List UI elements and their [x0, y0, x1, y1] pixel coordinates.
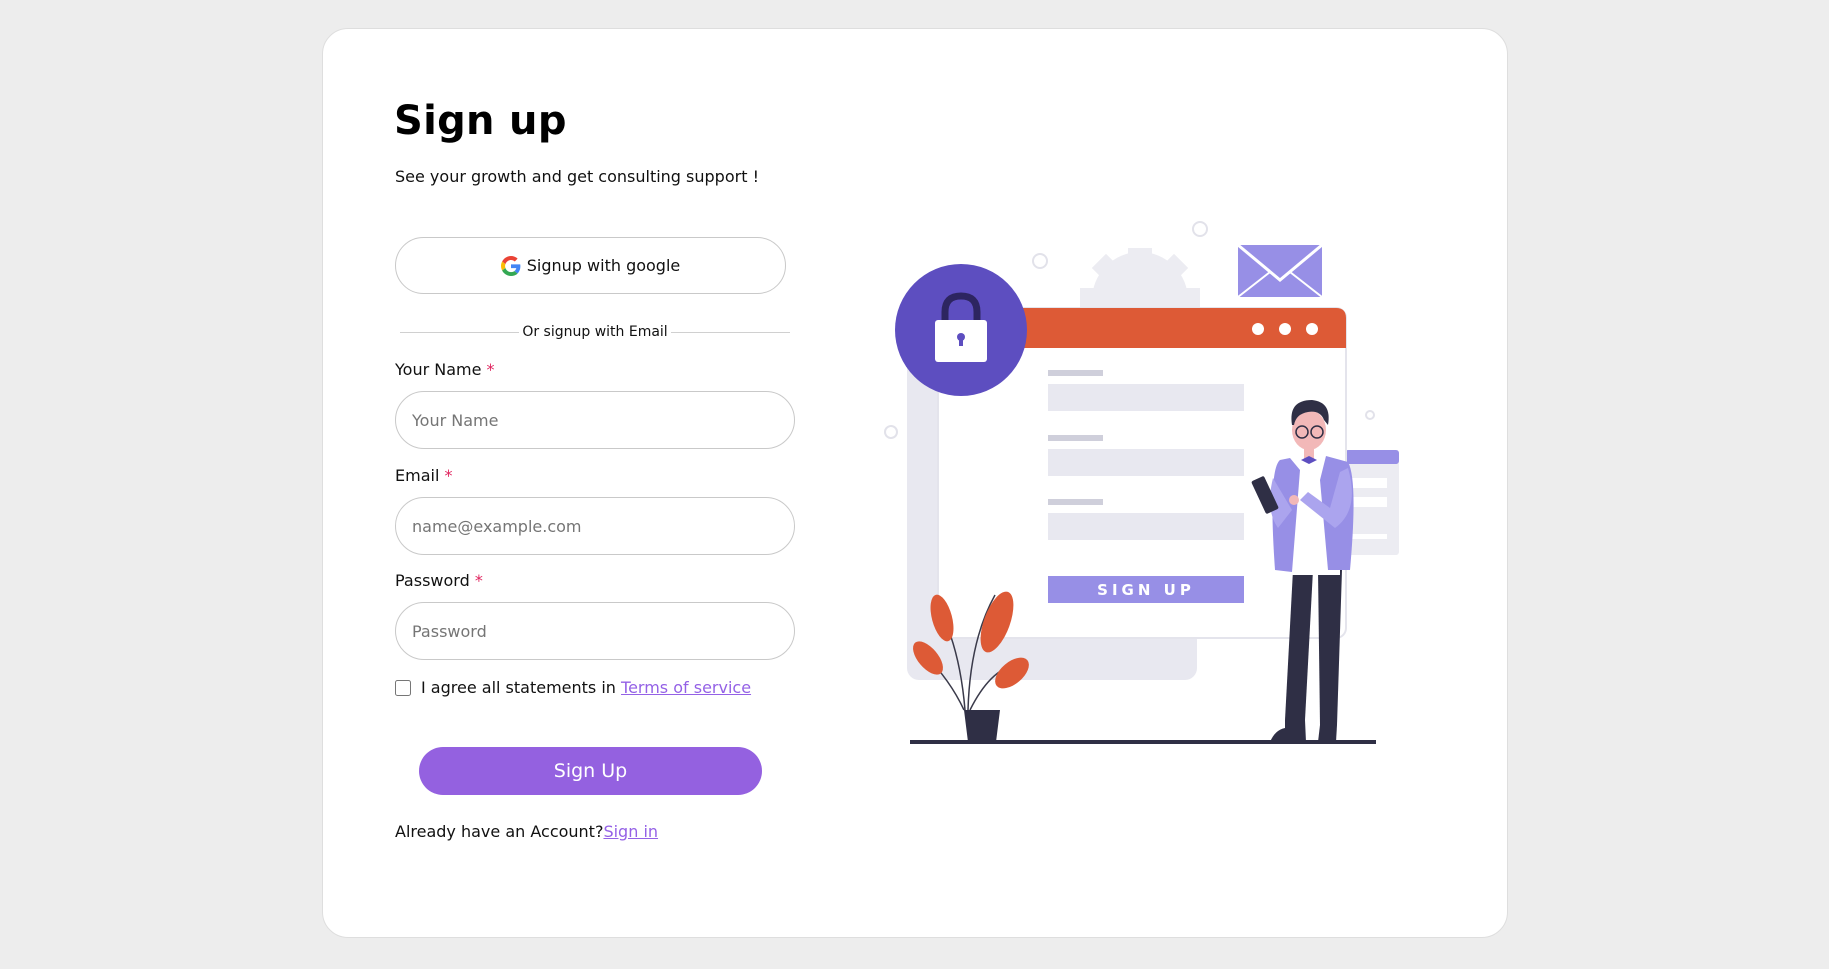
password-label-text: Password: [395, 571, 470, 590]
sign-in-link[interactable]: Sign in: [603, 822, 658, 841]
form-field-line: [1048, 384, 1244, 411]
form-field-line: [1048, 513, 1244, 540]
deco-circle: [1032, 253, 1048, 269]
email-input[interactable]: [395, 497, 795, 555]
google-icon: [500, 255, 521, 276]
name-label-text: Your Name: [395, 360, 482, 379]
password-input[interactable]: [395, 602, 795, 660]
window-dot: [1306, 323, 1318, 335]
form-label-line: [1048, 499, 1103, 505]
deco-circle: [1365, 410, 1375, 420]
divider-line-left: [400, 331, 520, 333]
form-label-line: [1048, 370, 1103, 376]
side-card-header: [1345, 450, 1399, 464]
page-title: Sign up: [394, 98, 567, 144]
google-button-label: Signup with google: [526, 256, 681, 275]
sign-up-button[interactable]: Sign Up: [419, 747, 762, 795]
divider-line-right: [670, 331, 790, 333]
signup-with-google-button[interactable]: Signup with google: [395, 237, 786, 294]
terms-checkbox[interactable]: [395, 679, 411, 696]
password-required-mark: *: [474, 571, 483, 590]
illustration-signup-text: SIGN UP: [1097, 581, 1195, 599]
name-input[interactable]: [395, 391, 795, 449]
terms-text: I agree all statements in: [421, 678, 622, 697]
divider-text: Or signup with Email: [522, 324, 668, 340]
envelope-icon: [1237, 243, 1323, 298]
window-dot: [1279, 323, 1291, 335]
deco-circle: [884, 425, 898, 439]
terms-of-service-link[interactable]: Terms of service: [621, 678, 751, 697]
terms-agreement: I agree all statements in Terms of servi…: [395, 678, 751, 697]
name-label: Your Name *: [395, 360, 495, 379]
or-divider: Or signup with Email: [400, 322, 790, 342]
email-label: Email *: [395, 466, 452, 485]
signup-illustration: SIGN UP: [884, 221, 1399, 744]
already-have-account-text: Already have an Account?: [395, 822, 604, 841]
email-label-text: Email: [395, 466, 440, 485]
form-label-line: [1048, 435, 1103, 441]
window-dot: [1252, 323, 1264, 335]
name-required-mark: *: [486, 360, 495, 379]
form-field-line: [1048, 449, 1244, 476]
email-required-mark: *: [444, 466, 453, 485]
password-label: Password *: [395, 571, 483, 590]
sign-in-prompt: Already have an Account?Sign in: [395, 822, 658, 841]
deco-circle: [1192, 221, 1208, 237]
page-subtitle: See your growth and get consulting suppo…: [395, 167, 759, 186]
